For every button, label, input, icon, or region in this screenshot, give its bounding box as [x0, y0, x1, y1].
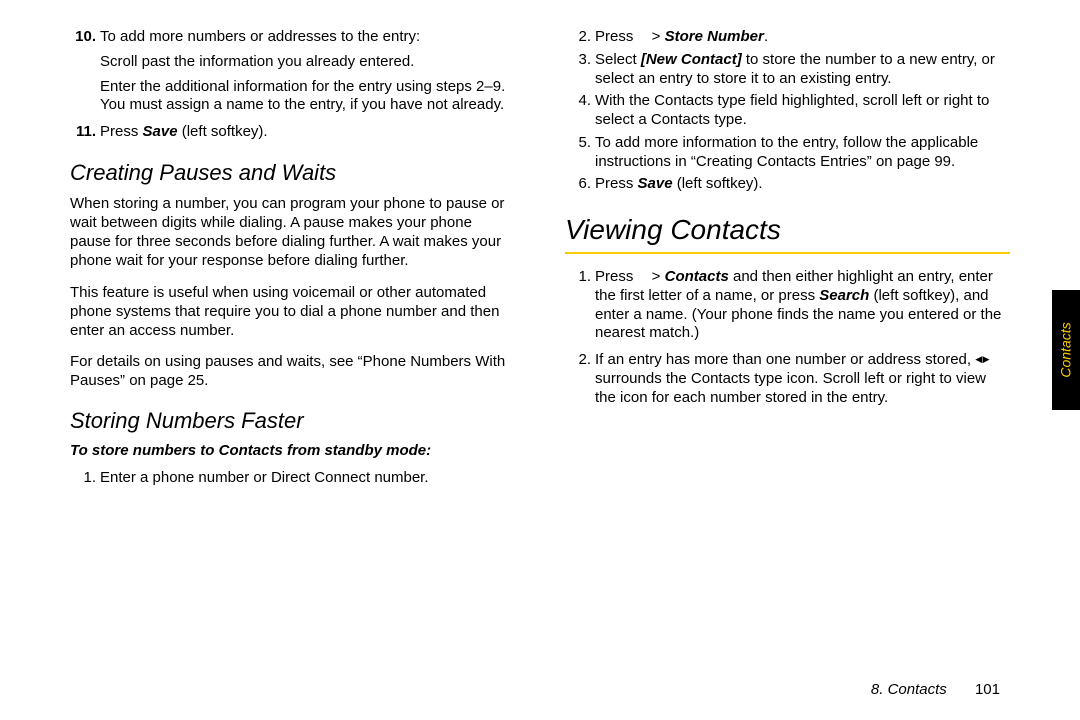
step-text: Press Save (left softkey).: [595, 175, 763, 194]
softkey-name: Search: [819, 287, 869, 304]
step-10: 10. To add more numbers or addresses to …: [70, 28, 515, 47]
nav-key-icon: [638, 32, 648, 42]
section-tab-contacts: Contacts: [1052, 290, 1080, 410]
step-11: 11. Press Save (left softkey).: [70, 123, 515, 142]
left-right-arrows-icon: ◀ ▶: [975, 354, 988, 365]
page-number: 101: [975, 681, 1000, 698]
text: .: [764, 28, 768, 45]
heading-storing-numbers: Storing Numbers Faster: [70, 408, 515, 434]
step-text: If an entry has more than one number or …: [595, 351, 1010, 407]
text: (left softkey).: [673, 175, 763, 192]
viewing-step-1: 1. Press > Contacts and then either high…: [565, 268, 1010, 343]
step-number: 6.: [565, 175, 595, 194]
text: Press: [595, 28, 638, 45]
viewing-step-2: 2. If an entry has more than one number …: [565, 351, 1010, 407]
step-text: To add more information to the entry, fo…: [595, 134, 1010, 172]
menu-item: Store Number: [665, 28, 764, 45]
heading-viewing-contacts: Viewing Contacts: [565, 214, 1010, 246]
heading-pauses-waits: Creating Pauses and Waits: [70, 160, 515, 186]
step-number: 5.: [565, 134, 595, 172]
step-text: To add more numbers or addresses to the …: [100, 28, 420, 47]
text: surrounds the Contacts type icon. Scroll…: [595, 370, 986, 406]
step-text: Press Save (left softkey).: [100, 123, 268, 142]
text: Press: [595, 268, 638, 285]
step-number: 1.: [70, 469, 100, 488]
step-number: 11.: [70, 123, 100, 142]
step-number: 3.: [565, 51, 595, 89]
softkey-name: Save: [143, 123, 178, 140]
pauses-para-2: This feature is useful when using voicem…: [70, 283, 515, 341]
page-footer: 8. Contacts 101: [871, 681, 1000, 698]
storing-step-6: 6. Press Save (left softkey).: [565, 175, 1010, 194]
step-number: 2.: [565, 351, 595, 407]
pauses-para-3: For details on using pauses and waits, s…: [70, 352, 515, 390]
storing-step-5: 5. To add more information to the entry,…: [565, 134, 1010, 172]
left-column: 10. To add more numbers or addresses to …: [70, 28, 515, 492]
step-number: 1.: [565, 268, 595, 343]
storing-step-1: 1. Enter a phone number or Direct Connec…: [70, 469, 515, 488]
pauses-para-1: When storing a number, you can program y…: [70, 194, 515, 271]
step-text: Press > Contacts and then either highlig…: [595, 268, 1010, 343]
step-number: 10.: [70, 28, 100, 47]
step-number: 4.: [565, 92, 595, 130]
step-text: Enter a phone number or Direct Connect n…: [100, 469, 429, 488]
menu-item: [New Contact]: [641, 51, 742, 68]
menu-item: Contacts: [665, 268, 729, 285]
storing-step-4: 4. With the Contacts type field highligh…: [565, 92, 1010, 130]
text: Press: [595, 175, 638, 192]
text: >: [648, 28, 665, 45]
right-column: 2. Press > Store Number. 3. Select [New …: [565, 28, 1010, 492]
text: Press: [100, 123, 143, 140]
step-text: With the Contacts type field highlighted…: [595, 92, 1010, 130]
storing-step-3: 3. Select [New Contact] to store the num…: [565, 51, 1010, 89]
storing-step-2: 2. Press > Store Number.: [565, 28, 1010, 47]
step-10-sub1: Scroll past the information you already …: [100, 53, 515, 72]
manual-page: 10. To add more numbers or addresses to …: [0, 0, 1080, 492]
step-text: Select [New Contact] to store the number…: [595, 51, 1010, 89]
text: Select: [595, 51, 641, 68]
storing-task-line: To store numbers to Contacts from standb…: [70, 442, 515, 459]
text: >: [648, 268, 665, 285]
section-tab-label: Contacts: [1058, 322, 1074, 377]
text: If an entry has more than one number or …: [595, 351, 975, 368]
softkey-name: Save: [638, 175, 673, 192]
step-text: Press > Store Number.: [595, 28, 768, 47]
section-divider: [565, 252, 1010, 254]
chapter-label: 8. Contacts: [871, 681, 947, 698]
nav-key-icon: [638, 272, 648, 282]
step-10-sub2: Enter the additional information for the…: [100, 78, 515, 116]
step-number: 2.: [565, 28, 595, 47]
text: (left softkey).: [178, 123, 268, 140]
